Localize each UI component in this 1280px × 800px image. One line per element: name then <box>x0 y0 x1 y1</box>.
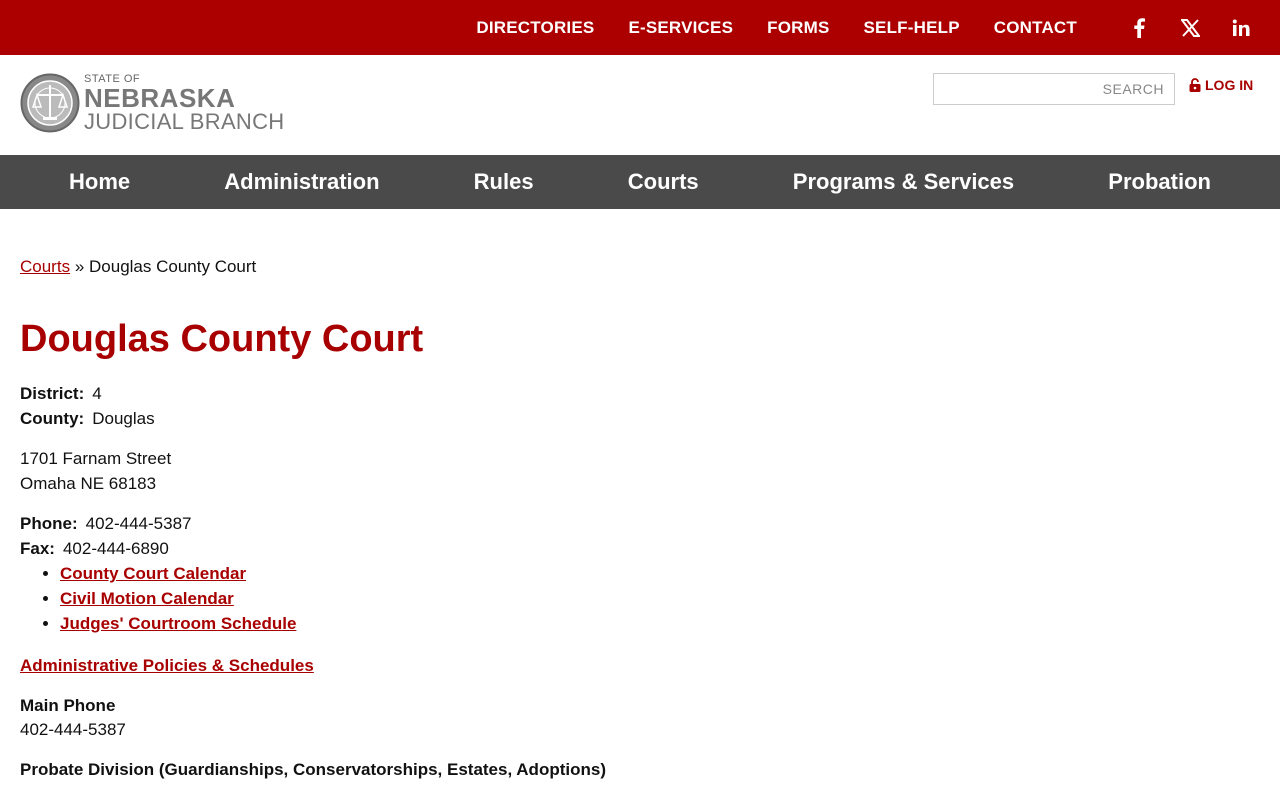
page-title: Douglas County Court <box>20 318 424 360</box>
main-nav-administration[interactable]: Administration <box>224 169 379 195</box>
x-icon[interactable] <box>1177 18 1203 37</box>
nav-self-help[interactable]: SELF-HELP <box>864 18 960 38</box>
phone-value: 402-444-5387 <box>85 513 192 533</box>
main-nav: Home Administration Rules Courts Program… <box>0 155 1280 209</box>
top-bar: DIRECTORIES E-SERVICES FORMS SELF-HELP C… <box>0 0 1280 55</box>
address-line-2: Omaha NE 68183 <box>20 473 157 493</box>
logo-judicial-branch: JUDICIAL BRANCH <box>84 108 285 134</box>
seal-icon <box>20 73 80 133</box>
facebook-icon[interactable] <box>1126 17 1152 38</box>
search-input[interactable] <box>933 73 1175 105</box>
main-phone-value: 402-444-5387 <box>20 719 126 739</box>
logo-wordmark: STATE OF NEBRASKA JUDICIAL BRANCH <box>84 73 285 134</box>
site-logo[interactable]: STATE OF NEBRASKA JUDICIAL BRANCH <box>20 73 285 133</box>
list-item: Judges' Courtroom Schedule <box>60 611 1260 636</box>
admin-policies-link[interactable]: Administrative Policies & Schedules <box>20 656 1260 676</box>
unlock-icon <box>1189 78 1201 92</box>
county-label: County: <box>20 408 85 428</box>
address-line-1: 1701 Farnam Street <box>20 448 172 468</box>
main-nav-probation[interactable]: Probation <box>1108 169 1211 195</box>
utility-nav: DIRECTORIES E-SERVICES FORMS SELF-HELP C… <box>442 18 1077 38</box>
social-links <box>1101 17 1254 38</box>
main-phone-label: Main Phone <box>20 695 116 715</box>
logo-nebraska: NEBRASKA <box>84 82 236 113</box>
judges-courtroom-schedule-link[interactable]: Judges' Courtroom Schedule <box>60 614 296 633</box>
main-content: Courts » Douglas County Court Douglas Co… <box>0 257 1280 780</box>
nav-contact[interactable]: CONTACT <box>994 18 1077 38</box>
nav-e-services[interactable]: E-SERVICES <box>628 18 733 38</box>
login-link[interactable]: LOG IN <box>1189 77 1253 93</box>
breadcrumb-courts-link[interactable]: Courts <box>20 257 70 276</box>
calendar-links: County Court Calendar Civil Motion Calen… <box>20 561 1260 636</box>
probate-division-label: Probate Division (Guardianships, Conserv… <box>20 759 606 779</box>
list-item: County Court Calendar <box>60 561 1260 586</box>
phone-row: Phone: 402-444-5387 <box>20 511 1260 536</box>
district-row: District: 4 <box>20 381 1260 406</box>
nav-forms[interactable]: FORMS <box>767 18 829 38</box>
breadcrumb-current: Douglas County Court <box>89 257 257 276</box>
fax-label: Fax: <box>20 538 55 558</box>
linkedin-icon[interactable] <box>1228 19 1254 37</box>
district-value: 4 <box>92 383 102 403</box>
breadcrumb: Courts » Douglas County Court <box>20 257 1260 277</box>
nav-directories[interactable]: DIRECTORIES <box>476 18 594 38</box>
county-row: County: Douglas <box>20 406 1260 431</box>
county-court-calendar-link[interactable]: County Court Calendar <box>60 564 246 583</box>
phone-label: Phone: <box>20 513 78 533</box>
list-item: Civil Motion Calendar <box>60 586 1260 611</box>
fax-value: 402-444-6890 <box>62 538 169 558</box>
main-nav-programs-services[interactable]: Programs & Services <box>793 169 1014 195</box>
main-nav-courts[interactable]: Courts <box>628 169 699 195</box>
fax-row: Fax: 402-444-6890 <box>20 536 1260 561</box>
district-label: District: <box>20 383 85 403</box>
civil-motion-calendar-link[interactable]: Civil Motion Calendar <box>60 589 234 608</box>
main-nav-home[interactable]: Home <box>69 169 130 195</box>
county-value: Douglas <box>92 408 155 428</box>
main-nav-rules[interactable]: Rules <box>474 169 534 195</box>
login-label: LOG IN <box>1205 77 1254 93</box>
site-header: STATE OF NEBRASKA JUDICIAL BRANCH LOG IN <box>0 55 1280 155</box>
breadcrumb-separator: » <box>74 257 85 276</box>
